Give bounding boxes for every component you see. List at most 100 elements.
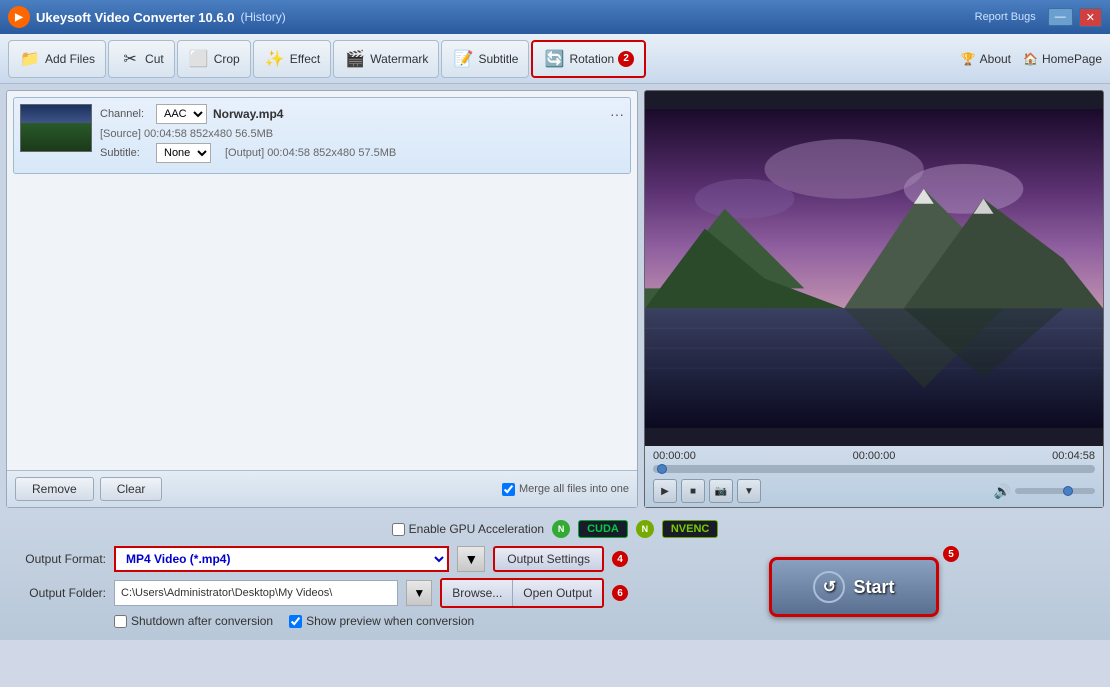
output-format-dropdown[interactable]: ▼ bbox=[457, 546, 485, 572]
start-button[interactable]: ↺ Start bbox=[769, 557, 939, 617]
add-files-icon: 📁 bbox=[19, 48, 41, 70]
watermark-label: Watermark bbox=[370, 52, 428, 66]
cuda-badge: CUDA bbox=[578, 520, 628, 538]
crop-button[interactable]: ⬜ Crop bbox=[177, 40, 251, 78]
file-info: Channel: AAC Norway.mp4 ··· [Source] 00:… bbox=[100, 104, 624, 167]
volume-control: 🔊 bbox=[994, 483, 1095, 500]
toolbar: 📁 Add Files ✂ Cut ⬜ Crop ✨ Effect 🎬 Wate… bbox=[0, 34, 1110, 84]
file-name-area: Norway.mp4 bbox=[213, 107, 604, 121]
merge-label: Merge all files into one bbox=[519, 483, 629, 495]
bottom-section: Enable GPU Acceleration N CUDA N NVENC O… bbox=[0, 514, 1110, 640]
homepage-link[interactable]: 🏠 HomePage bbox=[1023, 52, 1102, 66]
output-info: [Output] 00:04:58 852x480 57.5MB bbox=[225, 147, 396, 159]
add-files-button[interactable]: 📁 Add Files bbox=[8, 40, 106, 78]
gpu-checkbox-input[interactable] bbox=[392, 523, 405, 536]
folder-dropdown-button[interactable]: ▼ bbox=[406, 580, 432, 606]
clear-button[interactable]: Clear bbox=[100, 477, 163, 501]
app-history: (History) bbox=[240, 10, 285, 24]
file-name: Norway.mp4 bbox=[213, 107, 604, 121]
watermark-button[interactable]: 🎬 Watermark bbox=[333, 40, 439, 78]
remove-button[interactable]: Remove bbox=[15, 477, 94, 501]
video-frame bbox=[645, 91, 1103, 446]
preview-checkbox[interactable] bbox=[289, 615, 302, 628]
progress-bar[interactable] bbox=[653, 465, 1095, 473]
output-folder-input[interactable] bbox=[114, 580, 398, 606]
output-settings-button[interactable]: Output Settings bbox=[493, 546, 604, 572]
report-bugs-link[interactable]: Report Bugs bbox=[969, 9, 1042, 25]
time-end: 00:04:58 bbox=[1052, 450, 1095, 462]
output-folder-row: Output Folder: ▼ Browse... Open Output 6 bbox=[16, 578, 628, 608]
play-button[interactable]: ▶ bbox=[653, 479, 677, 503]
gpu-row: Enable GPU Acceleration N CUDA N NVENC bbox=[10, 520, 1100, 538]
folder-group-buttons: Browse... Open Output bbox=[440, 578, 604, 608]
preview-label: Show preview when conversion bbox=[306, 614, 474, 628]
video-preview bbox=[645, 91, 1103, 446]
subtitle-select[interactable]: None bbox=[156, 143, 211, 163]
start-icon: ↺ bbox=[813, 571, 845, 603]
crop-label: Crop bbox=[214, 52, 240, 66]
nvenc-badge: NVENC bbox=[662, 520, 719, 538]
file-list: Channel: AAC Norway.mp4 ··· [Source] 00:… bbox=[7, 91, 637, 470]
subtitle-icon: 📝 bbox=[452, 48, 474, 70]
screenshot-dropdown[interactable]: ▼ bbox=[737, 479, 761, 503]
stop-button[interactable]: ■ bbox=[681, 479, 705, 503]
crop-icon: ⬜ bbox=[188, 48, 210, 70]
title-bar-left: ▶ Ukeysoft Video Converter 10.6.0 (Histo… bbox=[8, 6, 286, 28]
time-start: 00:00:00 bbox=[653, 450, 696, 462]
main-bottom: Output Format: MP4 Video (*.mp4) ▼ Outpu… bbox=[10, 546, 1100, 634]
add-files-label: Add Files bbox=[45, 52, 95, 66]
merge-checkbox-row: Merge all files into one bbox=[502, 483, 629, 496]
options-row: Shutdown after conversion Show preview w… bbox=[16, 614, 628, 628]
channel-select[interactable]: AAC bbox=[156, 104, 207, 124]
effect-button[interactable]: ✨ Effect bbox=[253, 40, 331, 78]
cut-button[interactable]: ✂ Cut bbox=[108, 40, 175, 78]
shutdown-checkbox-label[interactable]: Shutdown after conversion bbox=[114, 614, 273, 628]
rotation-badge: 2 bbox=[618, 51, 634, 67]
cut-label: Cut bbox=[145, 52, 164, 66]
title-bar: ▶ Ukeysoft Video Converter 10.6.0 (Histo… bbox=[0, 0, 1110, 34]
output-format-select[interactable]: MP4 Video (*.mp4) bbox=[114, 546, 449, 572]
app-title: Ukeysoft Video Converter 10.6.0 bbox=[36, 10, 234, 25]
main-content: Channel: AAC Norway.mp4 ··· [Source] 00:… bbox=[0, 84, 1110, 514]
channel-label: Channel: bbox=[100, 108, 150, 120]
toolbar-left: 📁 Add Files ✂ Cut ⬜ Crop ✨ Effect 🎬 Wate… bbox=[8, 40, 646, 78]
browse-button[interactable]: Browse... bbox=[442, 580, 513, 606]
cut-icon: ✂ bbox=[119, 48, 141, 70]
gpu-label: Enable GPU Acceleration bbox=[409, 522, 544, 536]
subtitle-label: Subtitle: bbox=[100, 147, 150, 159]
about-label: About bbox=[980, 52, 1011, 66]
merge-checkbox-input[interactable] bbox=[502, 483, 515, 496]
start-button-area: ↺ Start 5 bbox=[634, 546, 1094, 628]
channel-row: Channel: AAC Norway.mp4 ··· bbox=[100, 104, 624, 124]
subtitle-label: Subtitle bbox=[478, 52, 518, 66]
about-link[interactable]: 🏆 About bbox=[961, 52, 1011, 66]
screenshot-button[interactable]: 📷 bbox=[709, 479, 733, 503]
watermark-icon: 🎬 bbox=[344, 48, 366, 70]
shutdown-label: Shutdown after conversion bbox=[131, 614, 273, 628]
thumb-mountains bbox=[21, 123, 91, 151]
nvidia-logo: N bbox=[552, 520, 570, 538]
folder-badge: 6 bbox=[612, 585, 628, 601]
start-label: Start bbox=[853, 577, 894, 598]
output-folder-label: Output Folder: bbox=[16, 586, 106, 600]
file-thumbnail bbox=[20, 104, 92, 152]
time-mid: 00:00:00 bbox=[853, 450, 896, 462]
right-panel: 00:00:00 00:00:00 00:04:58 ▶ ■ 📷 ▼ 🔊 bbox=[644, 90, 1104, 508]
file-actions-bar: Remove Clear Merge all files into one bbox=[7, 470, 637, 507]
progress-handle[interactable] bbox=[657, 464, 667, 474]
subtitle-button[interactable]: 📝 Subtitle bbox=[441, 40, 529, 78]
close-button[interactable]: ✕ bbox=[1079, 8, 1102, 27]
file-menu-dots[interactable]: ··· bbox=[610, 106, 624, 122]
volume-slider[interactable] bbox=[1015, 488, 1095, 494]
toolbar-right: 🏆 About 🏠 HomePage bbox=[961, 52, 1102, 66]
playback-controls: ▶ ■ 📷 ▼ bbox=[653, 479, 761, 503]
minimize-button[interactable]: — bbox=[1048, 8, 1073, 26]
rotation-button[interactable]: 🔄 Rotation 2 bbox=[531, 40, 646, 78]
preview-checkbox-label[interactable]: Show preview when conversion bbox=[289, 614, 474, 628]
time-display: 00:00:00 00:00:00 00:04:58 bbox=[653, 450, 1095, 462]
shutdown-checkbox[interactable] bbox=[114, 615, 127, 628]
video-controls: 00:00:00 00:00:00 00:04:58 ▶ ■ 📷 ▼ 🔊 bbox=[645, 446, 1103, 507]
open-output-button[interactable]: Open Output bbox=[513, 580, 602, 606]
volume-handle[interactable] bbox=[1063, 486, 1073, 496]
list-item: Channel: AAC Norway.mp4 ··· [Source] 00:… bbox=[13, 97, 631, 174]
